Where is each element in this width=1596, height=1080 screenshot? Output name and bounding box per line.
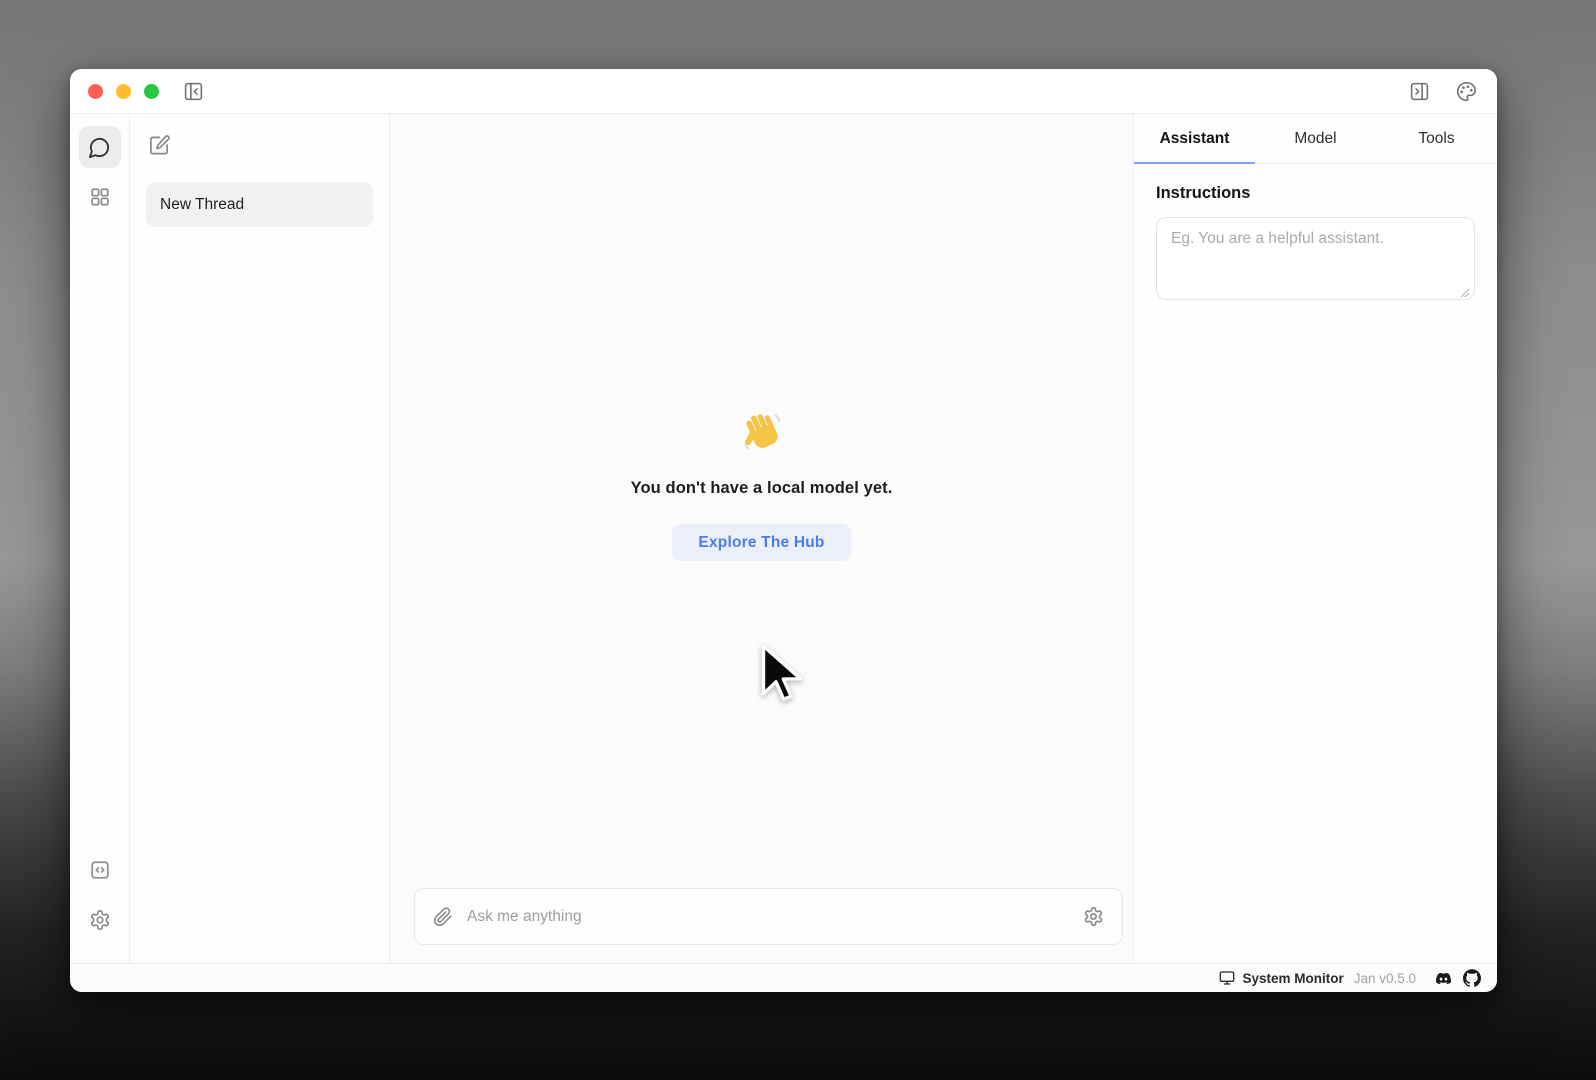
panel-left-collapse-icon[interactable] [181,79,206,104]
app-body: New Thread [70,114,1497,963]
panel-right-open-icon[interactable] [1407,79,1432,104]
minimize-window-button[interactable] [116,84,131,99]
instructions-heading: Instructions [1156,184,1475,203]
right-panel-tabs: Assistant Model Tools [1134,114,1497,164]
code-box-icon [89,859,111,881]
paperclip-icon[interactable] [433,907,453,927]
assistant-tab-content: Instructions [1134,164,1497,325]
nav-settings-button[interactable] [79,899,121,941]
chat-settings-gear-icon[interactable] [1083,906,1104,927]
nav-hub-button[interactable] [79,176,121,218]
instructions-textarea[interactable] [1156,217,1475,300]
github-icon[interactable] [1463,969,1481,987]
empty-state-message: You don't have a local model yet. [631,479,893,498]
discord-icon[interactable] [1434,971,1453,986]
app-version: Jan v0.5.0 [1354,971,1416,986]
tab-model[interactable]: Model [1255,114,1376,163]
titlebar-right-icons [1407,79,1479,104]
app-window: New Thread [70,69,1497,992]
system-monitor-toggle[interactable]: System Monitor [1219,970,1343,986]
titlebar [70,69,1497,114]
chat-bubble-icon [88,136,111,159]
maximize-window-button[interactable] [144,84,159,99]
tab-assistant[interactable]: Assistant [1134,114,1255,163]
chat-input-container [414,888,1123,945]
status-bar: System Monitor Jan v0.5.0 [70,963,1497,992]
nav-threads-button[interactable] [79,126,121,168]
monitor-icon [1219,970,1235,986]
explore-hub-button[interactable]: Explore The Hub [672,524,850,561]
gear-icon [89,909,111,931]
close-window-button[interactable] [88,84,103,99]
main-area: You don't have a local model yet. Explor… [390,114,1133,963]
chat-input[interactable] [467,908,1083,926]
tab-tools[interactable]: Tools [1376,114,1497,163]
thread-item[interactable]: New Thread [146,182,373,227]
thread-item-label: New Thread [160,196,244,214]
nav-rail [70,114,130,963]
waving-hand-emoji [739,409,785,457]
new-thread-icon[interactable] [146,130,171,157]
right-panel: Assistant Model Tools Instructions [1133,114,1497,963]
system-monitor-label: System Monitor [1242,971,1343,986]
grid-icon [89,186,111,208]
palette-icon[interactable] [1454,79,1479,104]
empty-state: You don't have a local model yet. Explor… [390,409,1133,561]
traffic-lights [88,84,159,99]
threads-panel: New Thread [130,114,390,963]
nav-local-api-server-button[interactable] [79,849,121,891]
